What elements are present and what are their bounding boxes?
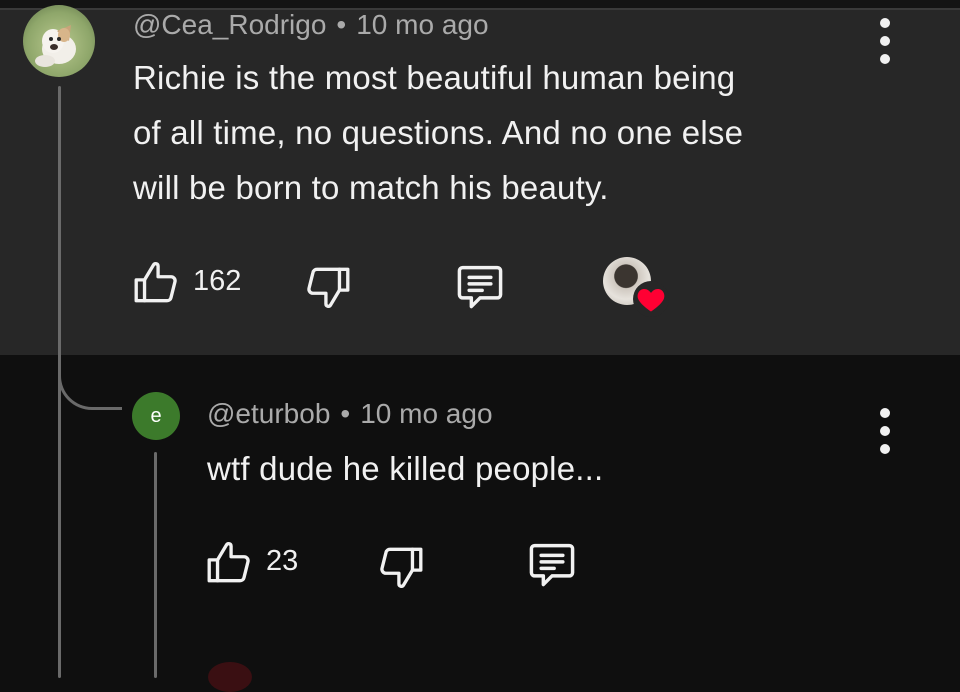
creator-heart [603,257,669,317]
comment-author[interactable]: @Cea_Rodrigo [133,9,326,40]
thumbs-up-icon[interactable] [131,258,181,308]
reply-like-count: 23 [266,545,299,577]
thumbs-down-icon[interactable] [303,262,353,312]
reply-meta: @eturbob • 10 mo ago [207,398,493,430]
heart-badge [633,281,669,317]
next-reply-avatar[interactable] [208,662,252,692]
reply-text: wtf dude he killed people... [207,450,604,487]
comment-text-line: Richie is the most beautiful human being [133,59,736,96]
dog-avatar-image [35,25,76,67]
comment-text-line: of all time, no questions. And no one el… [133,114,744,151]
comment-text-line: will be born to match his beauty. [133,169,609,206]
more-dot [880,444,890,454]
comment-icon[interactable] [453,260,507,312]
meta-separator: • [336,9,347,40]
like-count: 162 [193,265,242,297]
heart-icon [637,289,665,312]
reply-time[interactable]: 10 mo ago [360,398,492,429]
comment-time[interactable]: 10 mo ago [356,9,488,40]
avatar[interactable] [23,5,95,77]
comment-text: Richie is the most beautiful human being… [133,50,743,215]
more-vertical-icon [880,408,890,418]
more-button[interactable] [870,18,900,64]
thumbs-down-icon[interactable] [376,542,426,592]
comment-meta: @Cea_Rodrigo • 10 mo ago [133,9,489,41]
reply-more-button[interactable] [870,408,900,454]
thread-connector [58,344,122,410]
more-dot [880,36,890,46]
thumbs-up-icon[interactable] [204,538,254,588]
reply-avatar[interactable]: e [132,392,180,440]
top-strip [0,0,960,8]
more-dot [880,54,890,64]
more-dot [880,426,890,436]
reply-author[interactable]: @eturbob [207,398,330,429]
meta-separator: • [340,398,351,429]
reply-thread-line [154,452,157,678]
comment-icon[interactable] [525,538,579,590]
more-vertical-icon [880,18,890,28]
